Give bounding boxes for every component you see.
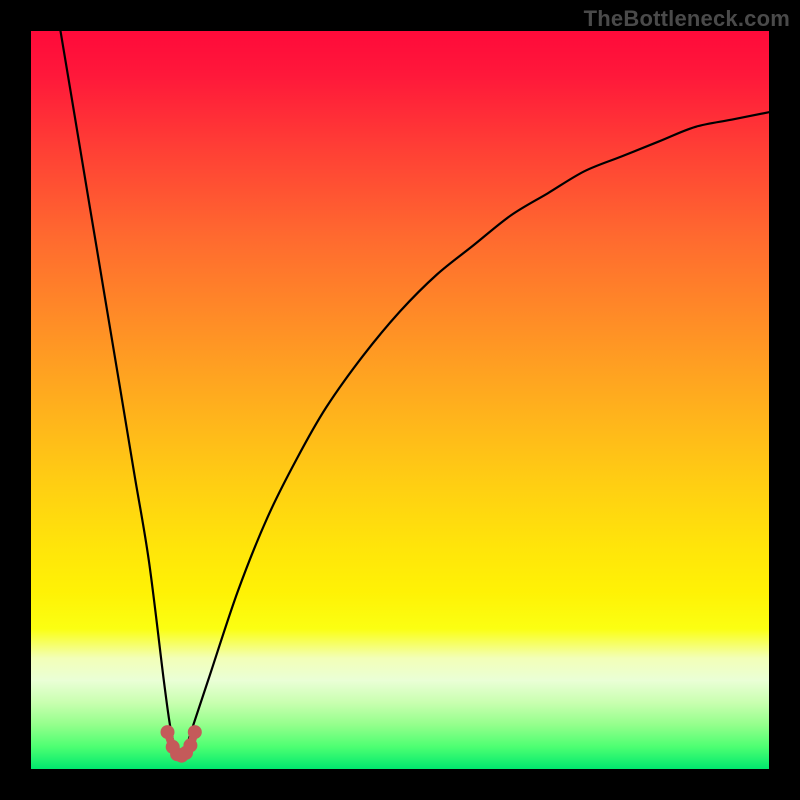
marker-dot bbox=[188, 725, 202, 739]
chart-frame: TheBottleneck.com bbox=[0, 0, 800, 800]
marker-dot bbox=[183, 738, 197, 752]
watermark-text: TheBottleneck.com bbox=[584, 6, 790, 32]
marker-dot bbox=[161, 725, 175, 739]
plot-area bbox=[31, 31, 769, 769]
optimal-marker-cluster bbox=[161, 725, 202, 763]
chart-svg bbox=[31, 31, 769, 769]
bottleneck-curve bbox=[61, 31, 770, 755]
